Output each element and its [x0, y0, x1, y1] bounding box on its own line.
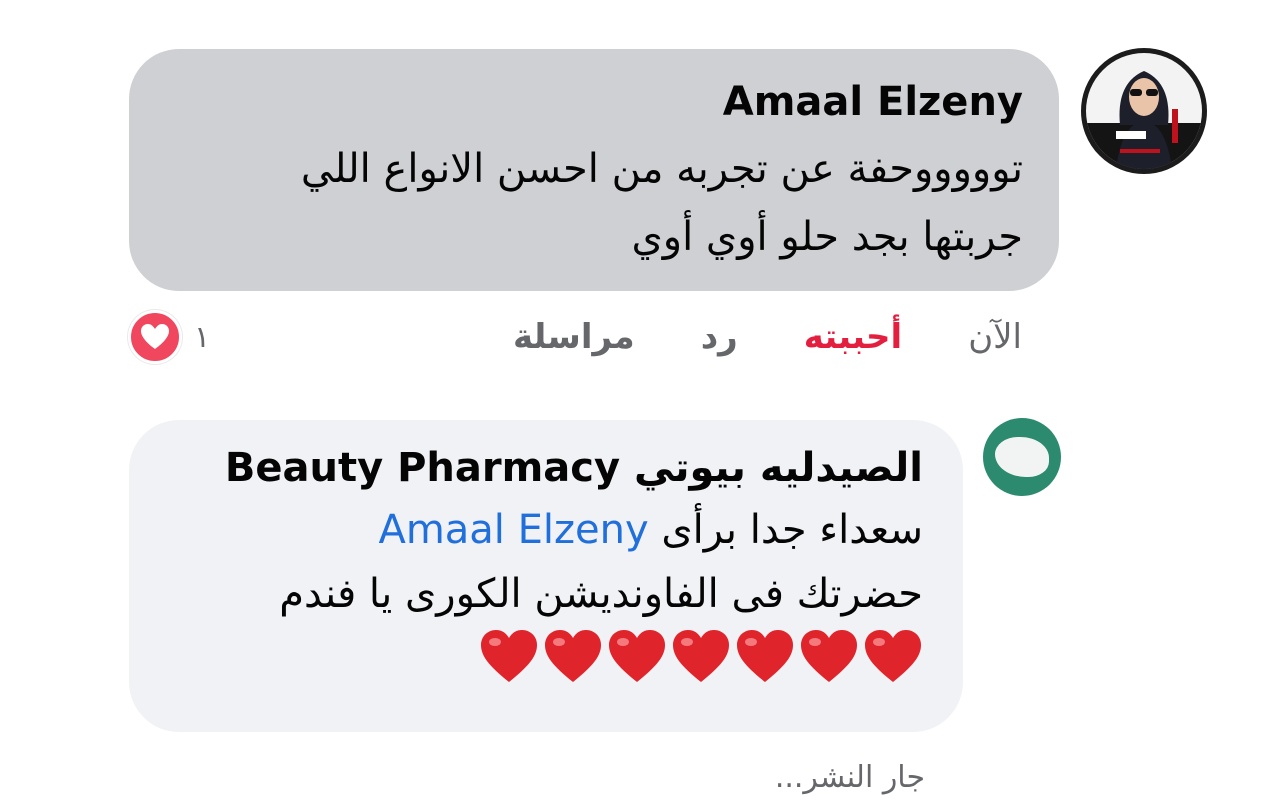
red-heart-emoji: [673, 630, 729, 682]
red-heart-emoji: [481, 630, 537, 682]
reply-button[interactable]: رد: [701, 317, 738, 357]
comment-actions: الآن أحببته رد مراسلة: [513, 307, 1022, 367]
reaction-count: ١: [194, 319, 211, 355]
reply-text-line: حضرتك فى الفاونديشن الكورى يا فندم: [279, 571, 923, 617]
comment-author[interactable]: Amaal Elzeny: [169, 77, 1023, 127]
reaction-summary[interactable]: ١: [128, 309, 210, 365]
reply-text-prefix: سعداء جدا برأى: [661, 507, 923, 553]
avatar-amaal-elzeny[interactable]: [1081, 48, 1207, 174]
profile-photo-icon: [1086, 53, 1202, 169]
like-button[interactable]: أحببته: [804, 317, 902, 357]
red-heart-emoji: [609, 630, 665, 682]
mention-link[interactable]: Amaal Elzeny: [378, 507, 648, 553]
comment-text-line: توووووحفة عن تجربه من احسن الانواع اللي: [300, 146, 1023, 192]
comment-text-line: جربتها بجد حلو أوي أوي: [631, 214, 1023, 260]
message-button[interactable]: مراسلة: [513, 317, 635, 357]
reply-bubble: الصيدليه بيوتي Beauty Pharmacy سعداء جدا…: [129, 420, 963, 732]
avatar-beauty-pharmacy[interactable]: [983, 418, 1061, 496]
red-heart-emoji: [737, 630, 793, 682]
red-heart-emoji: [865, 630, 921, 682]
red-heart-emoji: [545, 630, 601, 682]
reply-text-line: سعداء جدا برأى Amaal Elzeny: [169, 498, 923, 562]
reply-author[interactable]: الصيدليه بيوتي Beauty Pharmacy: [169, 444, 923, 492]
comment-timestamp[interactable]: الآن: [968, 317, 1022, 357]
heart-icon: [128, 310, 182, 364]
hearts-emoji-row: [169, 628, 923, 684]
comment-bubble: Amaal Elzeny توووووحفة عن تجربه من احسن …: [129, 49, 1059, 291]
posting-status: جار النشر...: [774, 760, 925, 795]
pharmacy-logo-icon: [995, 437, 1049, 477]
red-heart-emoji: [801, 630, 857, 682]
comments-thread: Amaal Elzeny توووووحفة عن تجربه من احسن …: [0, 0, 1280, 800]
